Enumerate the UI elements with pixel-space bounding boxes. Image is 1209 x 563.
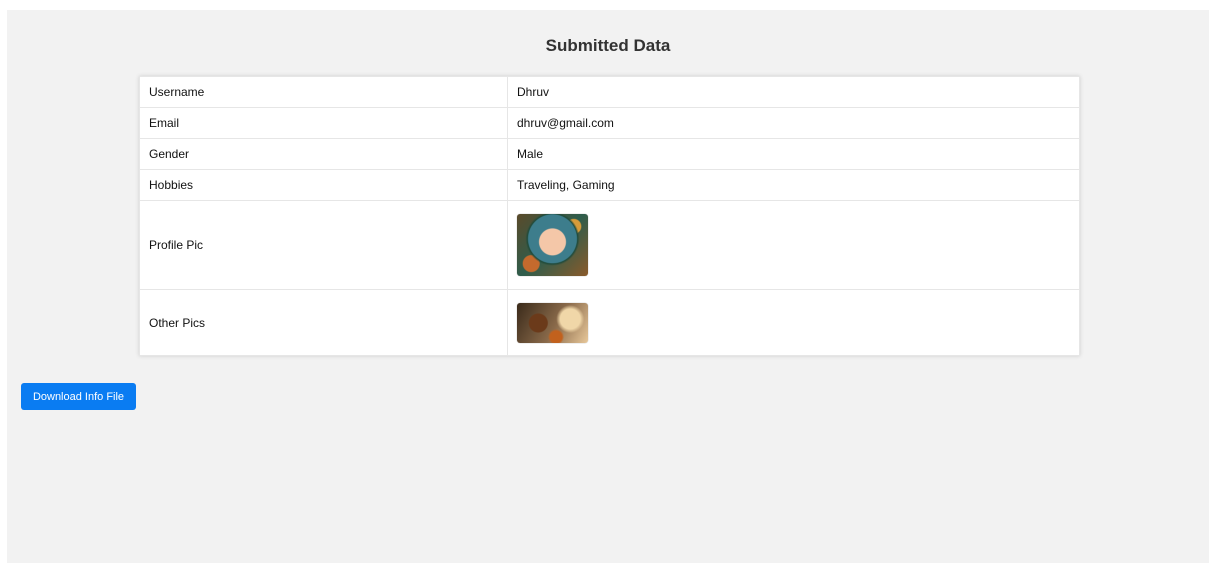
row-label: Other Pics [139,289,508,356]
page-title: Submitted Data [545,36,671,55]
table-row-email: Email dhruv@gmail.com [139,107,1080,139]
row-value [507,289,1080,356]
table-row-profile-pic: Profile Pic [139,200,1080,290]
download-info-file-button[interactable]: Download Info File [21,383,136,410]
row-label: Hobbies [139,169,508,201]
page-container: Submitted Data Username Dhruv Email dhru… [7,10,1209,563]
row-label: Email [139,107,508,139]
profile-pic-image [517,214,588,276]
row-value: Dhruv [507,76,1080,108]
table-row-hobbies: Hobbies Traveling, Gaming [139,169,1080,201]
row-value: dhruv@gmail.com [507,107,1080,139]
row-label: Gender [139,138,508,170]
other-pic-image [517,302,588,343]
table-row-username: Username Dhruv [139,76,1080,108]
row-value: Traveling, Gaming [507,169,1080,201]
row-value [507,200,1080,290]
submitted-data-table: Username Dhruv Email dhruv@gmail.com Gen… [139,76,1080,356]
row-label: Username [139,76,508,108]
table-row-other-pics: Other Pics [139,289,1080,356]
row-label: Profile Pic [139,200,508,290]
table-row-gender: Gender Male [139,138,1080,170]
row-value: Male [507,138,1080,170]
